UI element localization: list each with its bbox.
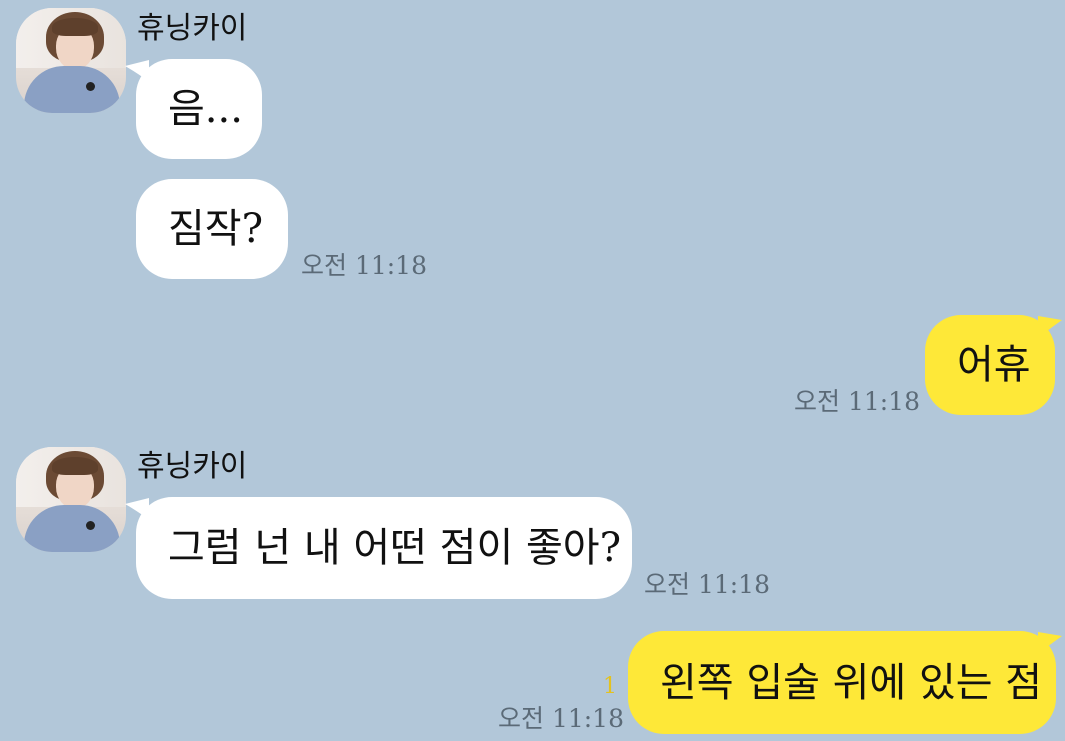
message-text: 어휴 bbox=[957, 342, 1031, 388]
profile-avatar[interactable] bbox=[16, 8, 126, 113]
message-bubble[interactable]: 음... bbox=[136, 59, 262, 159]
profile-avatar[interactable] bbox=[16, 447, 126, 552]
message-text: 왼쪽 입술 위에 있는 점 bbox=[660, 659, 1043, 706]
sender-name: 휴닝카이 bbox=[137, 449, 248, 484]
message-bubble[interactable]: 짐작? bbox=[136, 179, 288, 279]
message-time: 오전 11:18 bbox=[498, 704, 624, 733]
message-bubble[interactable]: 왼쪽 입술 위에 있는 점 bbox=[628, 631, 1056, 734]
message-text: 음... bbox=[168, 86, 243, 132]
message-text: 그럼 넌 내 어떤 점이 좋아? bbox=[168, 525, 622, 571]
message-bubble[interactable]: 그럼 넌 내 어떤 점이 좋아? bbox=[136, 497, 632, 599]
message-time: 오전 11:18 bbox=[644, 570, 770, 599]
unread-count: 1 bbox=[603, 674, 617, 699]
message-time: 오전 11:18 bbox=[794, 387, 920, 416]
chat-area: 휴닝카이 음... 짐작? 오전 11:18 어휴 오전 11:18 휴닝카이 … bbox=[0, 0, 1065, 741]
message-bubble[interactable]: 어휴 bbox=[925, 315, 1055, 415]
sender-name: 휴닝카이 bbox=[137, 11, 248, 46]
message-text: 짐작? bbox=[168, 206, 264, 252]
message-time: 오전 11:18 bbox=[301, 251, 427, 280]
